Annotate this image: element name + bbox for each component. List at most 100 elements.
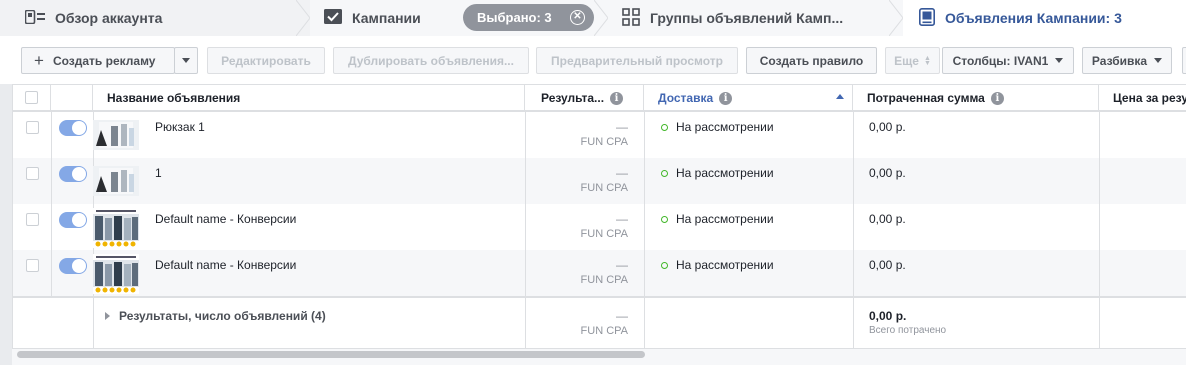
tab-ads[interactable]: Объявления Кампании: 3 <box>903 0 1186 36</box>
sort-ascending-icon <box>836 94 844 99</box>
delivery-status-label: На рассмотрении <box>676 212 774 226</box>
column-divider <box>853 112 854 158</box>
tab-ad-sets[interactable]: Группы объявлений Камп... <box>608 0 903 36</box>
ad-status-toggle[interactable] <box>59 120 87 136</box>
tab-divider <box>296 0 310 36</box>
export-button[interactable] <box>1182 47 1186 74</box>
column-divider <box>644 298 645 348</box>
create-rule-button[interactable]: Создать правило <box>746 47 877 74</box>
amount-spent: 0,00 р. <box>869 120 906 134</box>
tab-ads-label: Объявления Кампании: 3 <box>945 10 1122 26</box>
ad-name[interactable]: 1 <box>155 166 162 180</box>
row-checkbox[interactable] <box>26 259 39 272</box>
column-divider <box>644 158 645 204</box>
overview-icon <box>24 9 45 27</box>
column-header-delivery-label: Доставка <box>658 91 714 105</box>
results-summary-row: Результаты, число объявлений (4) — FUN C… <box>13 296 1186 348</box>
delivery-status-label: На рассмотрении <box>676 120 774 134</box>
duplicate-ads-button[interactable]: Дублировать объявления... <box>333 47 529 74</box>
ad-thumbnail <box>93 166 139 196</box>
delivery-status: На рассмотрении <box>661 166 774 180</box>
column-divider <box>644 250 645 296</box>
status-dot-icon <box>661 215 668 223</box>
ad-name[interactable]: Default name - Конверсии <box>155 258 296 272</box>
result-value: — <box>616 166 628 180</box>
column-divider <box>525 204 526 250</box>
delivery-status-label: На рассмотрении <box>676 166 774 180</box>
column-divider <box>51 204 52 250</box>
column-header-results[interactable]: Результа... i <box>525 85 644 111</box>
column-divider <box>51 158 52 204</box>
column-header-delivery[interactable]: Доставка i <box>644 85 853 111</box>
column-divider <box>853 298 854 348</box>
result-type: FUN CPA <box>580 228 628 240</box>
breakdown-button[interactable]: Разбивка <box>1082 47 1172 74</box>
column-divider <box>644 112 645 158</box>
info-icon[interactable]: i <box>610 91 624 105</box>
campaign-folder-icon <box>324 9 342 27</box>
ad-thumbnail <box>93 120 139 150</box>
select-all-cell <box>13 85 51 111</box>
clear-selection-icon[interactable]: ✕ <box>570 10 585 25</box>
select-all-checkbox[interactable] <box>25 91 38 104</box>
more-label: Еще <box>894 53 919 68</box>
result-value: — <box>616 120 628 134</box>
ad-thumbnail <box>93 208 139 248</box>
result-type: FUN CPA <box>580 136 628 148</box>
preview-button[interactable]: Предварительный просмотр <box>536 47 738 74</box>
column-header-ad-name[interactable]: Название объявления <box>93 85 525 111</box>
results-summary-toggle[interactable]: Результаты, число объявлений (4) <box>105 309 326 323</box>
tab-ad-sets-label: Группы объявлений Камп... <box>650 10 844 26</box>
chevron-down-icon <box>182 58 190 63</box>
column-divider <box>1099 158 1100 204</box>
result-type: FUN CPA <box>580 274 628 286</box>
result-value: — <box>616 212 628 226</box>
column-header-ad-name-label: Название объявления <box>107 91 241 105</box>
summary-spent-note: Всего потрачено <box>869 325 947 336</box>
ad-thumbnail <box>93 254 139 294</box>
amount-spent: 0,00 р. <box>869 166 906 180</box>
ad-name[interactable]: Default name - Конверсии <box>155 212 296 226</box>
delivery-status-label: На рассмотрении <box>676 258 774 272</box>
result-value: — <box>616 258 628 272</box>
row-checkbox[interactable] <box>26 167 39 180</box>
ad-sets-grid-icon <box>622 7 640 29</box>
table-row[interactable]: Default name - Конверсии — FUN CPA На ра… <box>13 204 1186 250</box>
column-divider <box>51 112 52 158</box>
create-ad-button[interactable]: + Создать рекламу <box>21 47 175 74</box>
info-icon[interactable]: i <box>719 91 733 105</box>
horizontal-scrollbar[interactable] <box>17 351 645 358</box>
info-icon[interactable]: i <box>990 91 1004 105</box>
row-checkbox[interactable] <box>26 213 39 226</box>
amount-spent: 0,00 р. <box>869 258 906 272</box>
breakdown-label: Разбивка <box>1091 53 1148 68</box>
more-button[interactable]: Еще ▲ ▼ <box>885 47 940 74</box>
columns-button[interactable]: Столбцы: IVAN1 <box>942 47 1074 74</box>
chevron-down-icon <box>1055 58 1064 63</box>
columns-label: Столбцы: IVAN1 <box>952 53 1049 68</box>
ad-name[interactable]: Рюкзак 1 <box>155 120 205 134</box>
edit-button[interactable]: Редактировать <box>207 47 325 74</box>
create-ad-label: Создать рекламу <box>52 53 156 68</box>
column-header-spent[interactable]: Потраченная сумма i <box>853 85 1099 111</box>
toggle-header-cell <box>51 85 93 111</box>
column-divider <box>1099 298 1100 348</box>
top-tabs: Обзор аккаунта Кампании Выбрано: 3 ✕ Гру… <box>0 0 1186 36</box>
status-dot-icon <box>661 261 668 269</box>
table-row[interactable]: 1 — FUN CPA На рассмотрении 0,00 р. <box>13 158 1186 204</box>
tab-divider <box>594 0 608 36</box>
ad-status-toggle[interactable] <box>59 212 87 228</box>
ad-status-toggle[interactable] <box>59 258 87 274</box>
create-ad-dropdown-button[interactable] <box>174 47 198 74</box>
tab-account-overview[interactable]: Обзор аккаунта <box>0 0 310 36</box>
selected-count-pill[interactable]: Выбрано: 3 ✕ <box>463 4 594 31</box>
ad-status-toggle[interactable] <box>59 166 87 182</box>
table-row[interactable]: Рюкзак 1 — FUN CPA На рассмотрении 0,00 … <box>13 112 1186 158</box>
row-checkbox[interactable] <box>26 121 39 134</box>
column-header-results-label: Результа... <box>541 91 605 105</box>
table-row[interactable]: Default name - Конверсии — FUN CPA На ра… <box>13 250 1186 296</box>
tab-campaigns-label: Кампании <box>352 10 421 26</box>
column-header-price[interactable]: Цена за резу <box>1099 85 1186 111</box>
column-divider <box>1099 204 1100 250</box>
delivery-status: На рассмотрении <box>661 212 774 226</box>
